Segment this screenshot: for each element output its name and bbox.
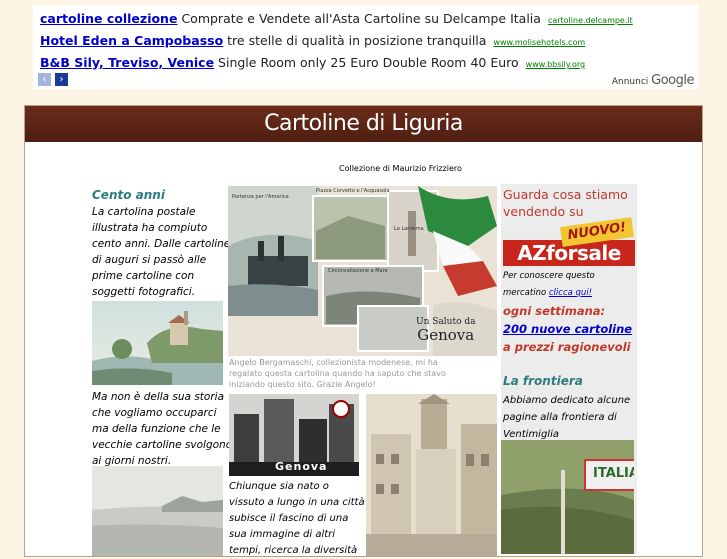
ad-item[interactable]: B&B Sily, Treviso, Venice Single Room on… [40, 55, 585, 70]
text-line: pagine alla frontiera di [503, 412, 617, 423]
text-line: ma della funzione che le [92, 423, 221, 435]
text-line: vecchie cartoline svolgono [92, 439, 233, 451]
text-line: subisce il fascino di una [229, 513, 349, 524]
frontier-paragraph: Abbiamo dedicato alcune pagine alla fron… [503, 392, 630, 443]
text-line: cento anni. Dalle cartoline [92, 238, 231, 250]
new-postcards-link[interactable]: 200 nuove cartoline [503, 322, 632, 336]
ad-text: Single Room only 25 Euro Double Room 40 … [218, 55, 519, 70]
postcard-greeting-text: Un Saluto da Genova [416, 316, 475, 344]
text-line: illustrata ha compiuto [92, 222, 208, 234]
intro-paragraph: La cartolina postale illustrata ha compi… [92, 204, 230, 300]
section-heading-la-frontiera: La frontiera [503, 374, 583, 388]
genova-greetings-postcard-image: Un Saluto da Genova Partenza per l'Ameri… [228, 186, 497, 356]
ad-title-link[interactable]: Hotel Eden a Campobasso [40, 33, 223, 48]
ad-text: Comprate e Vendete all'Asta Cartoline su… [181, 11, 541, 26]
ad-url-link[interactable]: cartoline.delcampe.it [548, 16, 633, 25]
promo-text: Guarda cosa stiamo vendendo su [503, 186, 628, 220]
coastal-villa-postcard-image [92, 301, 223, 385]
section-heading-cento-anni: Cento anni [92, 188, 165, 202]
old-town-street-postcard-image [366, 394, 497, 556]
small-text: mercatino [503, 288, 547, 298]
memories-paragraph: Chiunque sia nato o vissuto a lungo in u… [229, 479, 365, 559]
promo-line: vendendo su [503, 204, 584, 219]
collection-credit: Collezione di Maurizio Frizziero [339, 164, 462, 173]
ad-next-button[interactable]: › [55, 73, 68, 86]
text-line: Abbiamo dedicato alcune [503, 395, 631, 406]
click-here-link[interactable]: clicca qui! [549, 288, 592, 298]
small-text-row: mercatino clicca qui! [503, 285, 592, 302]
text-line: La cartolina postale [92, 206, 196, 218]
weekly-heading: ogni settimana: [503, 304, 606, 318]
postcard-label: Partenza per l'America [232, 194, 289, 200]
caption-line: iniziando questo sito. Grazie Angelo! [229, 380, 376, 389]
caption-line: Angelo Bergamaschi, collezionista modene… [229, 358, 438, 367]
italia-sign-text: ITALIA [593, 466, 634, 481]
postcard-label: La Lanterna [394, 226, 424, 232]
ad-title-link[interactable]: cartoline collezione [40, 11, 177, 26]
ad-url-link[interactable]: www.molisehotels.com [493, 38, 585, 47]
promo-line: Guarda cosa stiamo [503, 187, 628, 202]
art-deco-genova-postcard-image: Genova [229, 394, 359, 476]
azforsale-logo-link[interactable]: AZforsale NUOVO! [503, 217, 635, 270]
sponsored-links: cartoline collezione Comprate e Vendete … [33, 5, 698, 89]
ads-by-google-link[interactable]: Annunci Google [611, 73, 695, 88]
text-line: sua immagine di altri [229, 529, 336, 540]
ad-label-prefix: Annunci [611, 77, 649, 87]
google-logo: Google [651, 73, 694, 88]
page-title-banner: Cartoline di Liguria [25, 106, 702, 142]
ad-text: tre stelle di qualità in posizione tranq… [227, 33, 487, 48]
text-line: di auguri si passò alle [92, 254, 207, 266]
ad-item[interactable]: Hotel Eden a Campobasso tre stelle di qu… [40, 33, 585, 48]
harbor-postcard-image [92, 466, 223, 556]
border-crossing-image: ITALIA [501, 440, 634, 554]
deco-postcard-label: Genova [275, 460, 328, 473]
postcard-label: Piazza Corvetto e l'Acquasola [316, 188, 390, 194]
text-line: Chiunque sia nato o [229, 481, 329, 492]
ad-title-link[interactable]: B&B Sily, Treviso, Venice [40, 55, 214, 70]
text-line: vissuto a lungo in una città [229, 497, 365, 508]
right-sidebar: Guarda cosa stiamo vendendo su AZforsale… [501, 184, 637, 554]
text-line: che vogliamo occuparci [92, 407, 217, 419]
text-line: Ma non è della sua storia [92, 391, 225, 403]
text-line: soggetti fotografici. [92, 286, 196, 298]
postcard-label: Circonvallazione a Mare [328, 268, 388, 274]
new-postcards-row: 200 nuove cartoline [503, 320, 632, 338]
postcard-caption: Angelo Bergamaschi, collezionista modene… [229, 357, 446, 390]
chevron-right-icon: › [59, 74, 64, 85]
reasonable-prices-text: a prezzi ragionevoli [503, 340, 631, 354]
caption-line: regalato questa cartolina quando ha sapu… [229, 369, 446, 378]
page-frame: Cartoline di Liguria Collezione di Mauri… [24, 105, 703, 557]
ad-item[interactable]: cartoline collezione Comprate e Vendete … [40, 11, 633, 26]
text-line: prime cartoline con [92, 270, 195, 282]
chevron-left-icon: ‹ [42, 74, 47, 85]
greeting-city: Genova [417, 326, 475, 344]
text-line: tempi, ricerca la diversità [229, 545, 358, 556]
small-text: Per conoscere questo [503, 271, 595, 281]
function-paragraph: Ma non è della sua storia che vogliamo o… [92, 389, 232, 469]
ad-prev-button[interactable]: ‹ [38, 73, 51, 86]
ad-url-link[interactable]: www.bbsily.org [526, 60, 585, 69]
